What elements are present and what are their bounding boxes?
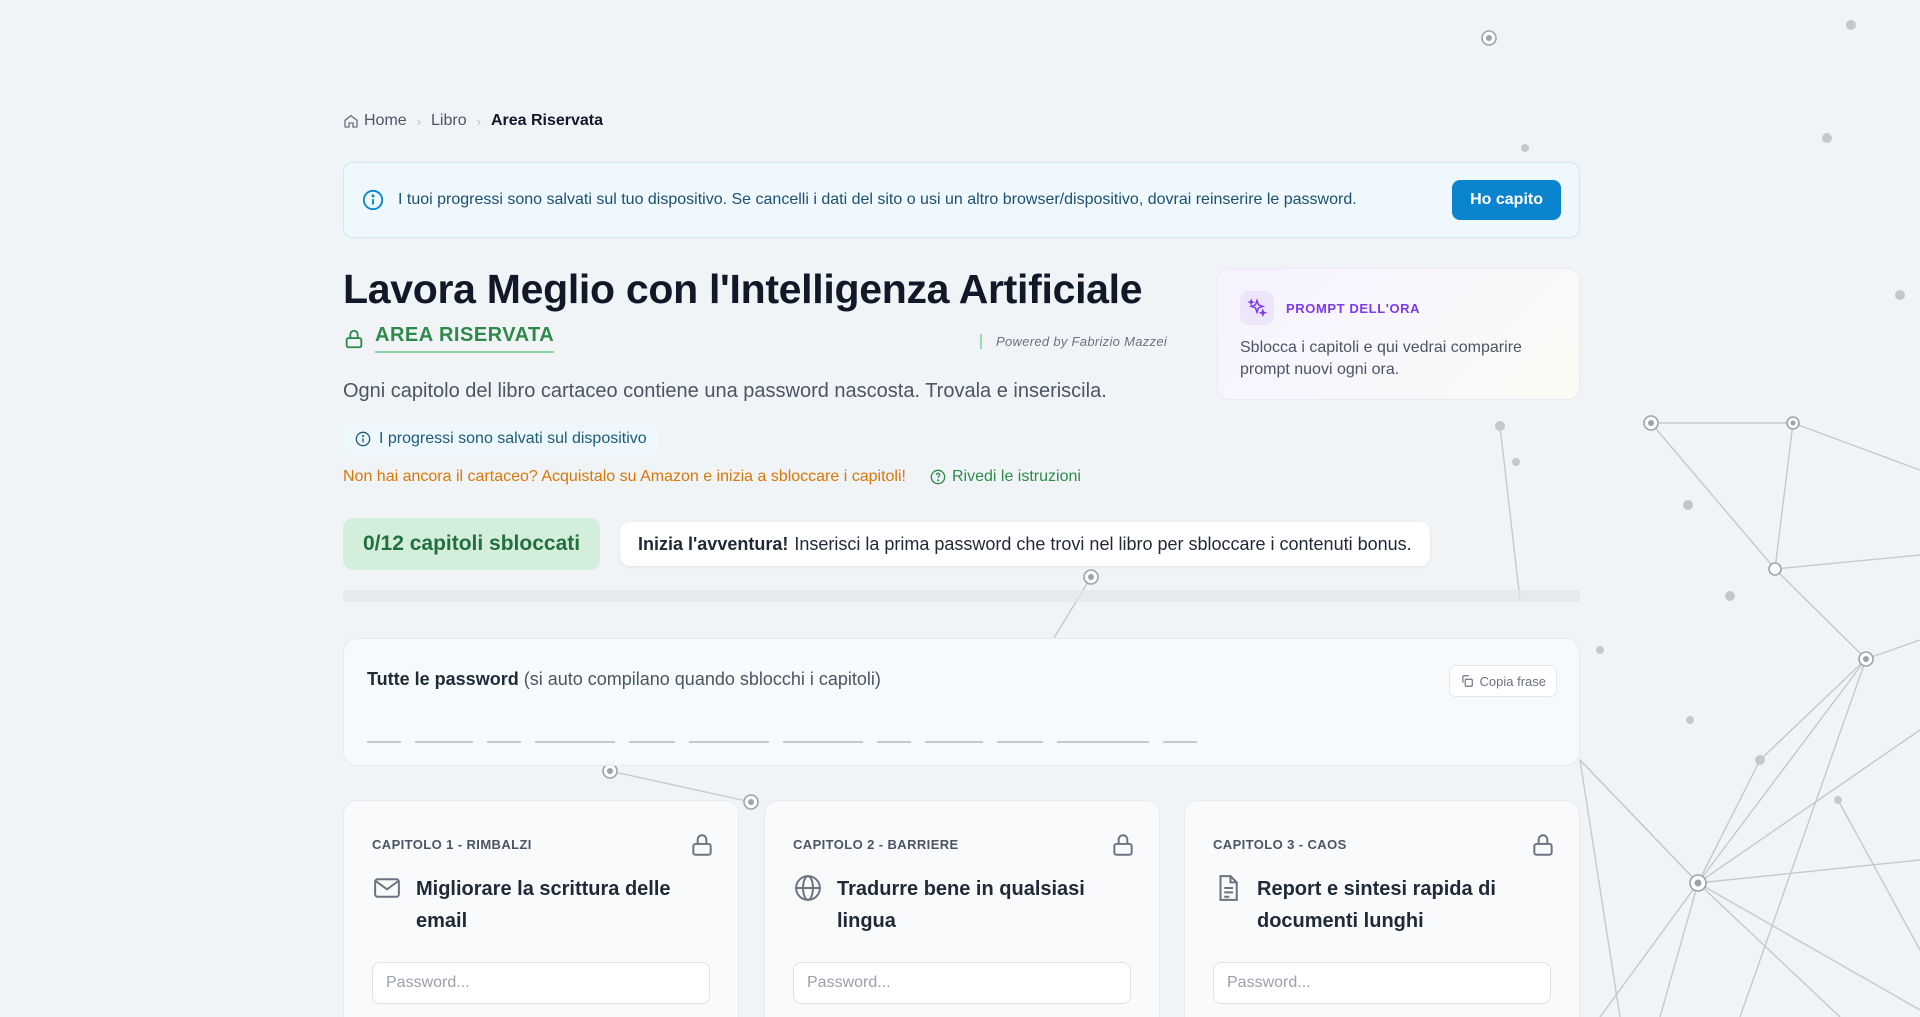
- passwords-panel-subtitle: (si auto compilano quando sblocchi i cap…: [523, 669, 881, 689]
- breadcrumb-current: Area Riservata: [490, 112, 604, 129]
- globe-icon: [795, 875, 821, 901]
- breadcrumb-book[interactable]: Libro: [431, 112, 467, 130]
- start-message-text: Inserisci la prima password che trovi ne…: [794, 533, 1412, 554]
- all-passwords-panel: Tutte le password (si auto compilano qua…: [343, 638, 1580, 766]
- password-blank-1: [367, 741, 401, 743]
- lock-icon: [1521, 823, 1565, 867]
- help-circle-icon: [930, 469, 946, 485]
- password-blank-12: [1163, 741, 1197, 743]
- area-label: AREA RISERVATA: [375, 324, 555, 353]
- chapter-3-password-input[interactable]: [1213, 962, 1551, 1004]
- saved-status-text: I progressi sono salvati sul dispositivo: [379, 430, 647, 447]
- links-row: Non hai ancora il cartaceo? Acquistalo s…: [343, 468, 1081, 486]
- password-blank-9: [925, 741, 983, 743]
- copy-phrase-button[interactable]: Copia frase: [1448, 665, 1557, 697]
- password-blank-10: [997, 741, 1043, 743]
- saved-status-chip: I progressi sono salvati sul dispositivo: [343, 423, 659, 455]
- page-title: Lavora Meglio con l'Intelligenza Artific…: [343, 266, 1143, 312]
- progress-counter: 0/12 capitoli sbloccati: [343, 518, 601, 570]
- chapter-2-password-input[interactable]: [793, 962, 1131, 1004]
- amazon-link[interactable]: Non hai ancora il cartaceo? Acquistalo s…: [343, 468, 906, 486]
- instructions-link-label: Rivedi le istruzioni: [951, 468, 1081, 485]
- copy-icon: [1461, 675, 1473, 687]
- info-icon: [362, 189, 384, 211]
- chapter-card-3: CAPITOLO 3 - CAOS Report e sintesi rapid…: [1184, 800, 1580, 1017]
- breadcrumb: Home › Libro › Area Riservata: [343, 112, 603, 130]
- lock-icon: [680, 823, 724, 867]
- info-icon: [355, 431, 371, 447]
- chevron-right-icon: ›: [416, 113, 422, 129]
- info-banner: I tuoi progressi sono salvati sul tuo di…: [343, 162, 1580, 238]
- start-message-bold: Inizia l'avventura!: [638, 533, 789, 554]
- chevron-right-icon: ›: [476, 113, 481, 129]
- password-blank-4: [535, 741, 615, 743]
- password-blank-11: [1057, 741, 1149, 743]
- chapter-label: CAPITOLO 2 - BARRIERE: [793, 837, 959, 852]
- password-blank-3: [487, 741, 521, 743]
- prompt-card-header: PROMPT DELL'ORA: [1240, 291, 1557, 325]
- password-blanks: [367, 741, 1211, 743]
- document-icon: [1219, 875, 1238, 901]
- copy-phrase-label: Copia frase: [1479, 673, 1546, 689]
- password-blank-8: [877, 741, 911, 743]
- lock-icon: [1101, 823, 1145, 867]
- chapter-card-1: CAPITOLO 1 - RIMBALZI Migliorare la scri…: [343, 800, 739, 1017]
- powered-by: Powered by Fabrizio Mazzei: [980, 334, 1167, 349]
- passwords-panel-heading: Tutte le password: [367, 669, 519, 689]
- password-blank-6: [689, 741, 769, 743]
- page-subtitle: Ogni capitolo del libro cartaceo contien…: [343, 380, 1107, 402]
- dismiss-banner-button[interactable]: Ho capito: [1452, 180, 1561, 220]
- chapter-1-password-input[interactable]: [372, 962, 710, 1004]
- chapter-title: Tradurre bene in qualsiasi lingua: [837, 878, 1085, 932]
- password-blank-2: [415, 741, 473, 743]
- instructions-link[interactable]: Rivedi le istruzioni: [930, 468, 1081, 486]
- start-message: Inizia l'avventura! Inserisci la prima p…: [620, 522, 1430, 566]
- mail-icon: [374, 878, 400, 898]
- prompt-of-the-hour-card: PROMPT DELL'ORA Sblocca i capitoli e qui…: [1217, 268, 1580, 400]
- chapter-title: Report e sintesi rapida di documenti lun…: [1257, 878, 1496, 932]
- section-divider: [343, 590, 1580, 602]
- breadcrumb-home[interactable]: Home: [364, 112, 407, 130]
- home-icon: [344, 114, 358, 128]
- prompt-card-text: Sblocca i capitoli e qui vedrai comparir…: [1240, 339, 1522, 378]
- chapter-label: CAPITOLO 1 - RIMBALZI: [372, 837, 532, 852]
- sparkles-icon: [1240, 291, 1274, 325]
- password-blank-5: [629, 741, 675, 743]
- chapter-card-2: CAPITOLO 2 - BARRIERE Tradurre bene in q…: [764, 800, 1160, 1017]
- password-blank-7: [783, 741, 863, 743]
- lock-icon: [345, 329, 363, 348]
- area-label-row: AREA RISERVATA: [343, 324, 555, 353]
- chapter-title: Migliorare la scrittura delle email: [416, 878, 671, 932]
- prompt-card-tag: PROMPT DELL'ORA: [1286, 300, 1421, 316]
- banner-message: I tuoi progressi sono salvati sul tuo di…: [398, 191, 1357, 208]
- passwords-panel-title: Tutte le password (si auto compilano qua…: [367, 669, 881, 690]
- chapter-label: CAPITOLO 3 - CAOS: [1213, 837, 1347, 852]
